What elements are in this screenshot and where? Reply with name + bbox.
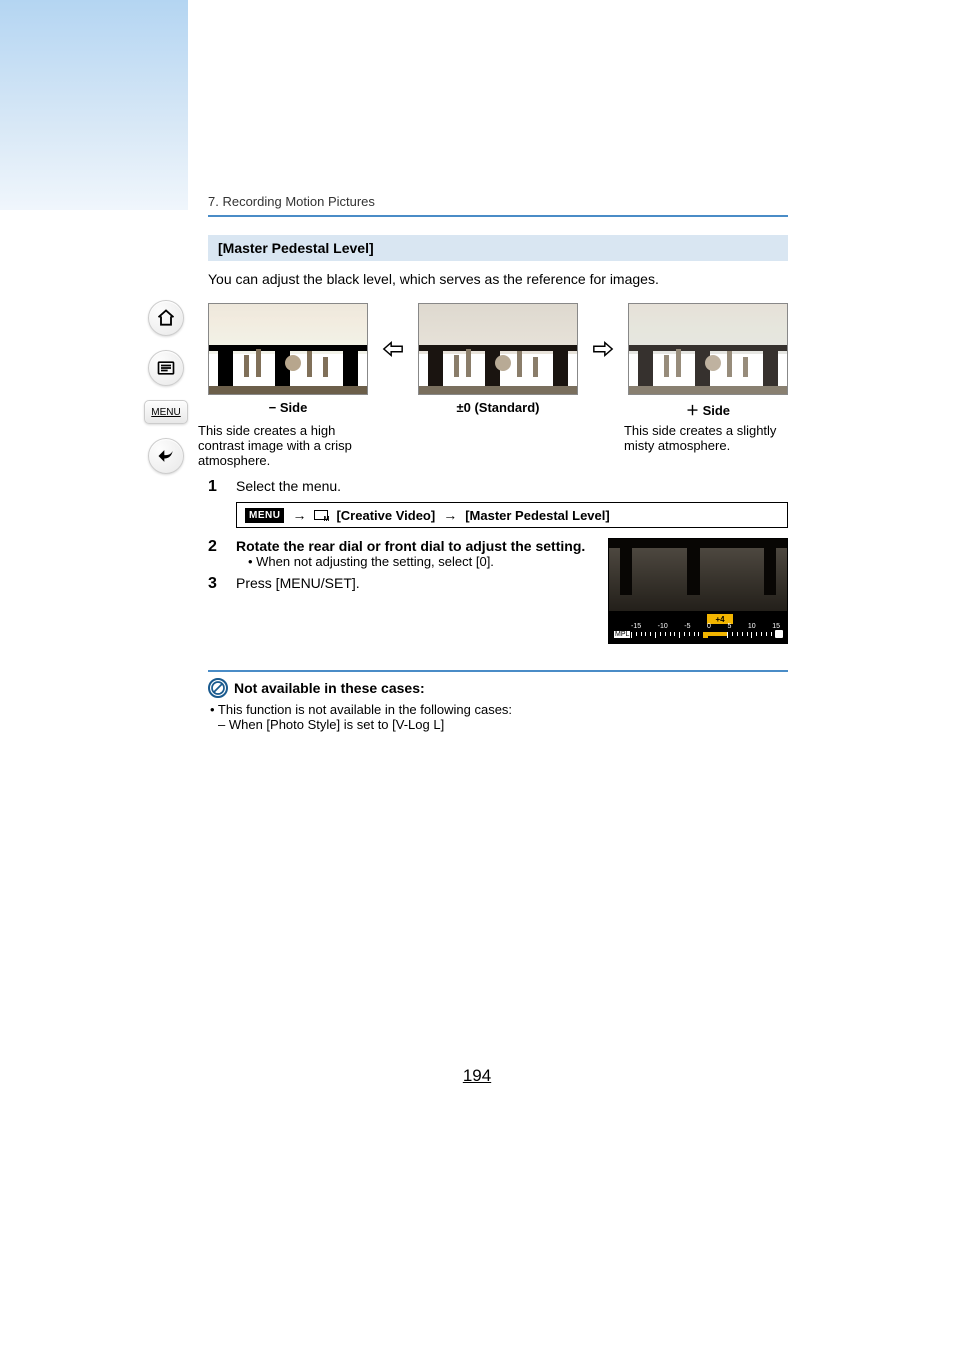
- back-button[interactable]: [148, 438, 184, 474]
- preview-mpl-label: MPL: [613, 630, 631, 639]
- list-icon: [156, 358, 176, 378]
- desc-plus: This side creates a slightly misty atmos…: [624, 423, 788, 468]
- menu-path: MENU → [Creative Video] → [Master Pedest…: [236, 502, 788, 528]
- label-minus: − Side: [208, 400, 368, 419]
- toc-button[interactable]: [148, 350, 184, 386]
- label-plus: ＋ Side: [628, 400, 788, 419]
- section-title: [Master Pedestal Level]: [208, 235, 788, 261]
- path-arrow-2: →: [443, 507, 457, 523]
- path-arrow-1: →: [292, 507, 306, 523]
- step-3-num: 3: [208, 575, 236, 593]
- preview-tick-labels: -15 -10 -5 0 5 10 15: [631, 623, 780, 630]
- example-image-plus: [628, 303, 788, 395]
- not-available-bullet: • This function is not available in the …: [210, 702, 788, 717]
- step-2-sub: • When not adjusting the setting, select…: [248, 554, 598, 569]
- step-3: 3 Press [MENU/SET].: [208, 575, 598, 593]
- top-gradient: [0, 0, 188, 210]
- path-seg-2: [Master Pedestal Level]: [465, 508, 610, 523]
- menu-button[interactable]: MENU: [144, 400, 188, 424]
- not-available-icon: [208, 678, 228, 698]
- arrow-left-icon: [382, 340, 404, 358]
- return-icon: [774, 629, 784, 639]
- creative-video-icon: [314, 510, 328, 520]
- example-labels-row: − Side ±0 (Standard) ＋ Side: [208, 400, 788, 419]
- step-2: 2 Rotate the rear dial or front dial to …: [208, 538, 598, 569]
- step-1-num: 1: [208, 478, 236, 496]
- step-3-title: Press [MENU/SET].: [236, 575, 598, 593]
- page-number: 194: [0, 1066, 954, 1086]
- breadcrumb: 7. Recording Motion Pictures: [208, 194, 788, 217]
- not-available-section: Not available in these cases: • This fun…: [208, 670, 788, 732]
- home-button[interactable]: [148, 300, 184, 336]
- arrow-left: [378, 303, 408, 395]
- not-available-title: Not available in these cases:: [234, 680, 425, 696]
- step-1-title: Select the menu.: [236, 478, 788, 496]
- label-standard: ±0 (Standard): [418, 400, 578, 419]
- page-content: 7. Recording Motion Pictures [Master Ped…: [208, 194, 788, 732]
- menu-tag: MENU: [245, 508, 284, 523]
- example-image-standard: [418, 303, 578, 395]
- example-image-minus: [208, 303, 368, 395]
- example-desc-row: This side creates a high contrast image …: [208, 423, 788, 468]
- desc-minus: This side creates a high contrast image …: [198, 423, 372, 468]
- menu-button-label: MENU: [151, 407, 180, 418]
- arrow-right: [588, 303, 618, 395]
- sidebar-nav: MENU: [148, 300, 188, 488]
- step-2-title: Rotate the rear dial or front dial to ad…: [236, 538, 598, 554]
- step-2-num: 2: [208, 538, 236, 569]
- example-images-row: [208, 303, 788, 395]
- preview-screen: +4 MPL -15 -10 -5 0 5 10 15: [608, 538, 788, 644]
- arrow-right-icon: [592, 340, 614, 358]
- preview-scale: [631, 632, 780, 638]
- back-arrow-icon: [156, 446, 176, 466]
- home-icon: [156, 308, 176, 328]
- path-seg-1: [Creative Video]: [336, 508, 435, 523]
- intro-text: You can adjust the black level, which se…: [208, 271, 788, 287]
- steps-and-preview: 2 Rotate the rear dial or front dial to …: [208, 538, 788, 644]
- not-available-sub: – When [Photo Style] is set to [V-Log L]: [218, 717, 788, 732]
- step-1: 1 Select the menu.: [208, 478, 788, 496]
